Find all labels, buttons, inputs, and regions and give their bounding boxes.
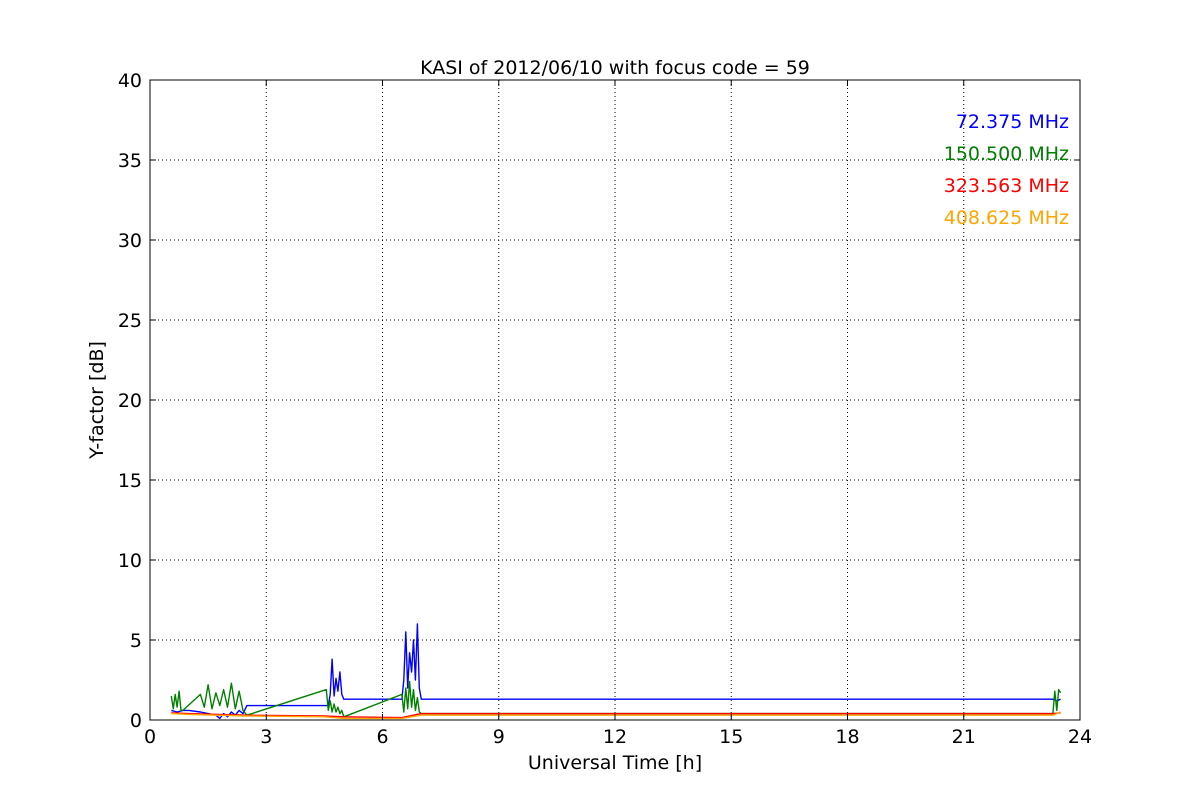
series-line-72-375-mhz [171,623,1061,720]
x-tick-label: 15 [719,726,743,748]
x-tick-label: 21 [952,726,976,748]
x-tick-label: 18 [835,726,859,748]
legend-entry-72-375-mhz: 72.375 MHz [956,111,1069,133]
y-tick-label: 20 [118,390,142,412]
x-tick-label: 3 [260,726,272,748]
legend: 72.375 MHz 150.500 MHz 323.563 MHz 408.625 … [944,111,1069,229]
y-tick-label: 10 [118,550,142,572]
x-tick-label: 12 [603,726,627,748]
x-axis-label: Universal Time [h] [528,752,702,774]
x-tick-label: 24 [1068,726,1092,748]
x-tick-label: 0 [144,726,156,748]
y-tick-label: 35 [118,150,142,172]
y-tick-label: 15 [118,470,142,492]
grid [150,80,1080,720]
y-tick-label: 5 [130,630,142,652]
y-tick-label: 0 [130,710,142,732]
series-layer [170,623,1062,720]
legend-entry-150-500-mhz: 150.500 MHz [944,143,1069,165]
y-tick-label: 25 [118,310,142,332]
y-axis-label: Y-factor [dB] [86,341,108,460]
chart: KASI of 2012/06/10 with focus code = 59 … [86,57,1092,774]
legend-entry-408-625-mhz: 408.625 MHz [944,207,1069,229]
x-tick-label: 9 [493,726,505,748]
axis-ticks: 0 3 6 9 12 15 18 21 24 0 5 10 15 20 25 30 35 40 [118,70,1092,748]
y-tick-label: 30 [118,230,142,252]
chart-title: KASI of 2012/06/10 with focus code = 59 [420,57,810,79]
legend-entry-323-563-mhz: 323.563 MHz [944,175,1069,197]
x-tick-label: 6 [376,726,388,748]
y-tick-label: 40 [118,70,142,92]
